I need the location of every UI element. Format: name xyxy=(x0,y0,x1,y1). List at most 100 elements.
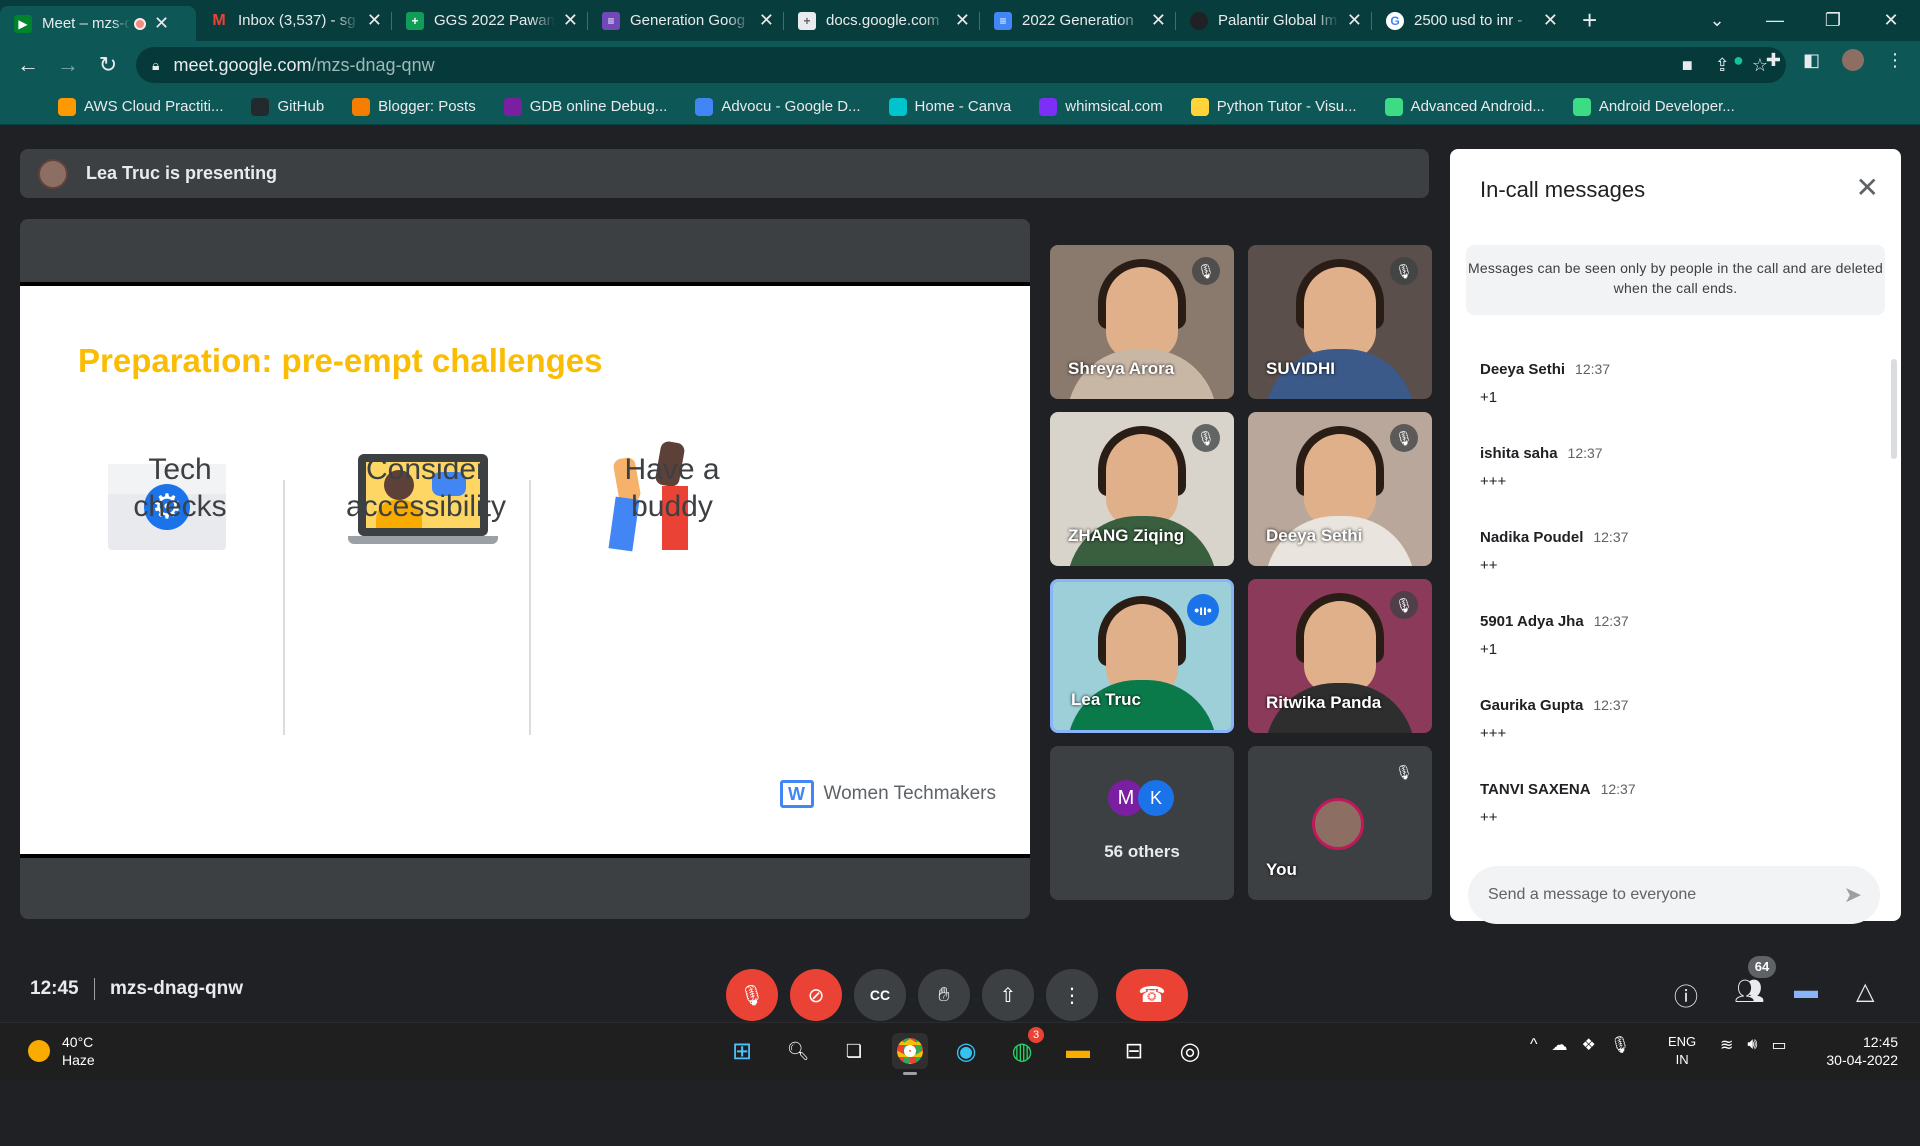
toolbar: ← → ↻ 🔒︎ meet.google.com/mzs-dnag-qnw ■ … xyxy=(0,41,1920,89)
message-sender: 5901 Adya Jha xyxy=(1480,613,1584,630)
puzzle-icon[interactable]: ✚ xyxy=(1766,50,1781,71)
minimize-icon[interactable]: — xyxy=(1746,10,1804,31)
tab-meet[interactable]: ▶ Meet – mzs-dnag-qnw ✕ xyxy=(0,6,196,41)
camera-toggle-button[interactable]: ⊘ xyxy=(790,969,842,1021)
edge-icon[interactable]: ◉ xyxy=(948,1033,984,1069)
volume-icon[interactable]: 🔊︎ xyxy=(1747,1036,1757,1054)
close-tab-icon[interactable]: ✕ xyxy=(1543,10,1558,31)
restore-icon[interactable]: ❐ xyxy=(1804,10,1862,31)
windows-start-icon[interactable]: ⊞ xyxy=(724,1033,760,1069)
address-bar[interactable]: 🔒︎ meet.google.com/mzs-dnag-qnw ■ ⇪ ☆ xyxy=(136,47,1786,83)
scrollbar[interactable] xyxy=(1891,359,1897,459)
bookmark-item[interactable]: GDB online Debug... xyxy=(503,97,667,116)
slide-title: Preparation: pre-empt challenges xyxy=(78,342,603,379)
captions-button[interactable]: CC xyxy=(854,969,906,1021)
language-indicator[interactable]: ENG IN xyxy=(1668,1033,1696,1069)
col-line: Tech xyxy=(148,453,212,486)
tab-gmail[interactable]: M Inbox (3,537) - sg ✕ xyxy=(196,0,392,41)
file-explorer-icon[interactable]: ▬ xyxy=(1060,1033,1096,1069)
bookmark-item[interactable]: Blogger: Posts xyxy=(352,97,476,116)
onedrive-icon[interactable]: ☁ xyxy=(1552,1035,1568,1055)
presentation-stage[interactable]: Preparation: pre-empt challenges ⚙ Tech … xyxy=(20,219,1030,919)
participant-tile[interactable]: 🎙︎ SUVIDHI xyxy=(1248,245,1432,399)
reload-icon[interactable]: ↻ xyxy=(88,52,128,78)
participant-tile[interactable]: 🎙︎ ZHANG Ziqing xyxy=(1050,412,1234,566)
tab-docs[interactable]: + docs.google.com ✕ xyxy=(784,0,980,41)
tab-google-search[interactable]: G 2500 usd to inr - ✕ xyxy=(1372,0,1568,41)
store-icon[interactable]: ⊟ xyxy=(1116,1033,1152,1069)
dropbox-icon[interactable]: ❖ xyxy=(1582,1035,1596,1055)
app-icon[interactable]: ◎ xyxy=(1172,1033,1208,1069)
chat-icon[interactable]: ▬ xyxy=(1794,977,1818,1005)
meeting-controls: 12:45 mzs-dnag-qnw 🎙︎ ⊘ CC ✋︎ ⇧ ⋮ ☎︎ ⓘ 👥… xyxy=(0,944,1920,1032)
microphone-icon[interactable]: 🎙︎ xyxy=(1610,1035,1630,1055)
search-icon[interactable]: 🔍︎ xyxy=(780,1033,816,1069)
participant-tile[interactable]: 🎙︎ Shreya Arora xyxy=(1050,245,1234,399)
new-tab-icon[interactable]: + xyxy=(1582,5,1597,36)
close-icon[interactable]: ✕ xyxy=(1856,171,1879,204)
chevron-up-icon[interactable]: ^ xyxy=(1530,1036,1538,1054)
mic-toggle-button[interactable]: 🎙︎ xyxy=(726,969,778,1021)
sidepanel-icon[interactable]: ◧ xyxy=(1803,50,1820,71)
close-tab-icon[interactable]: ✕ xyxy=(154,13,169,34)
bookmark-item[interactable]: Home - Canva xyxy=(888,97,1011,116)
others-tile[interactable]: M K 56 others xyxy=(1050,746,1234,900)
bookmark-item[interactable]: Advanced Android... xyxy=(1384,97,1545,116)
url-host: meet.google.com xyxy=(173,54,312,75)
present-button[interactable]: ⇧ xyxy=(982,969,1034,1021)
close-tab-icon[interactable]: ✕ xyxy=(1347,10,1362,31)
back-icon[interactable]: ← xyxy=(8,52,48,78)
bookmark-icon xyxy=(1039,97,1058,116)
clock[interactable]: 12:45 30-04-2022 xyxy=(1814,1033,1898,1069)
message-input[interactable]: Send a message to everyone ➤ xyxy=(1468,866,1880,924)
task-view-icon[interactable]: ❏ xyxy=(836,1033,872,1069)
tab-docs-2022[interactable]: ≡ 2022 Generation ✕ xyxy=(980,0,1176,41)
tab-forms[interactable]: ≡ Generation Goog ✕ xyxy=(588,0,784,41)
grammarly-icon[interactable]: ● xyxy=(1733,50,1744,71)
participant-face xyxy=(1304,601,1376,693)
bookmark-item[interactable]: Advocu - Google D... xyxy=(695,97,861,116)
self-tile[interactable]: 🎙︎ You xyxy=(1248,746,1432,900)
participant-tile[interactable]: 🎙︎ Ritwika Panda xyxy=(1248,579,1432,733)
recording-icon xyxy=(134,17,146,30)
close-tab-icon[interactable]: ✕ xyxy=(563,10,578,31)
close-tab-icon[interactable]: ✕ xyxy=(759,10,774,31)
battery-icon[interactable]: ▭ xyxy=(1772,1035,1787,1055)
forward-icon[interactable]: → xyxy=(48,52,88,78)
gmail-icon: M xyxy=(212,11,226,29)
close-tab-icon[interactable]: ✕ xyxy=(955,10,970,31)
weather-widget[interactable]: 40°C Haze xyxy=(28,1033,95,1069)
message-time: 12:37 xyxy=(1593,613,1629,629)
raise-hand-button[interactable]: ✋︎ xyxy=(918,969,970,1021)
profile-icon[interactable] xyxy=(1842,49,1864,71)
bookmark-item[interactable]: AWS Cloud Practiti... xyxy=(58,97,223,116)
bookmark-item[interactable]: Python Tutor - Visu... xyxy=(1190,97,1357,116)
wifi-icon[interactable]: ≋ xyxy=(1720,1035,1733,1055)
message-time: 12:37 xyxy=(1593,529,1629,545)
activities-icon[interactable]: △ xyxy=(1856,977,1874,1006)
col-buddy: Have a buddy xyxy=(562,451,782,525)
tab-palantir[interactable]: Palantir Global Im ✕ xyxy=(1176,0,1372,41)
camera-icon[interactable]: ■ xyxy=(1682,55,1693,76)
chrome-icon[interactable] xyxy=(892,1033,928,1075)
clock-date: 30-04-2022 xyxy=(1826,1052,1898,1068)
bookmark-item[interactable]: whimsical.com xyxy=(1039,97,1163,116)
bookmark-item[interactable]: GitHub xyxy=(251,97,324,116)
close-tab-icon[interactable]: ✕ xyxy=(367,10,382,31)
participant-tile[interactable]: •ıı• Lea Truc xyxy=(1050,579,1234,733)
close-window-icon[interactable]: ✕ xyxy=(1862,10,1920,31)
bookmark-item[interactable]: Android Developer... xyxy=(1572,97,1735,116)
end-call-button[interactable]: ☎︎ xyxy=(1116,969,1188,1021)
whatsapp-icon[interactable]: ◍ 3 xyxy=(1004,1027,1044,1069)
send-icon[interactable]: ➤ xyxy=(1844,882,1862,908)
more-options-button[interactable]: ⋮ xyxy=(1046,969,1098,1021)
close-tab-icon[interactable]: ✕ xyxy=(1151,10,1166,31)
menu-icon[interactable]: ⋮ xyxy=(1886,50,1904,71)
tab-sheets[interactable]: + GGS 2022 Pawan ✕ xyxy=(392,0,588,41)
tab-search-icon[interactable]: ⌄ xyxy=(1688,10,1746,31)
share-icon[interactable]: ⇪ xyxy=(1715,55,1730,76)
info-icon[interactable]: ⓘ xyxy=(1674,977,1698,1012)
participant-face xyxy=(1304,267,1376,359)
participant-tile[interactable]: 🎙︎ Deeya Sethi xyxy=(1248,412,1432,566)
people-icon[interactable]: 👥︎ xyxy=(1734,977,1764,1006)
